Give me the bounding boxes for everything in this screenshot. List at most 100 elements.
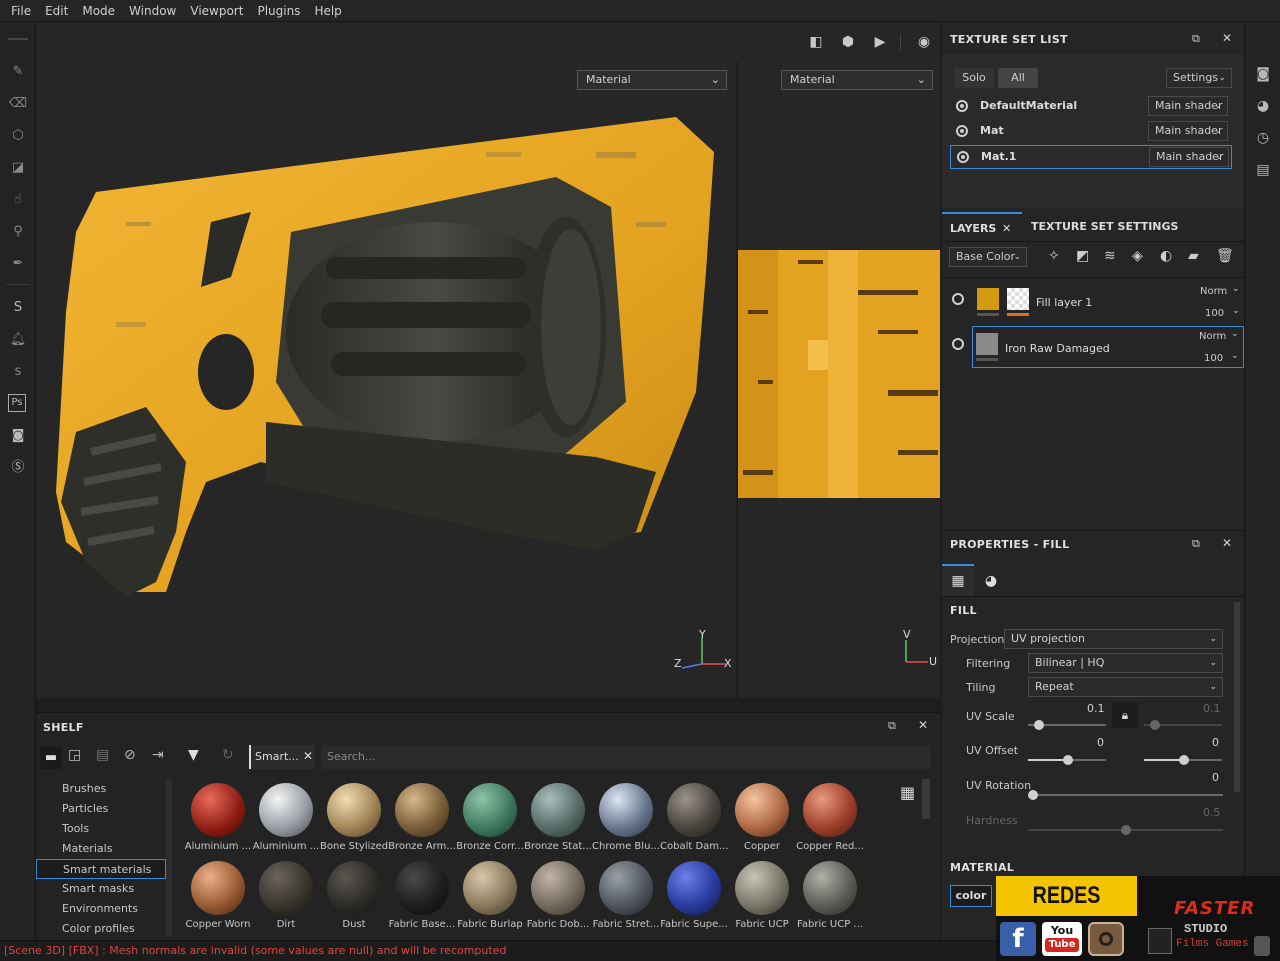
delete-layer-icon[interactable]: 🗑︎ [1216,248,1234,264]
add-generator-icon[interactable]: ◐ [1160,248,1172,264]
bake-icon[interactable]: ◙ [8,426,28,446]
smudge-icon[interactable]: ☝ [8,190,28,210]
mask-thumbnail[interactable] [1007,288,1029,310]
layer-opacity[interactable]: 100 [1204,353,1223,364]
material-bronze-armor[interactable]: Bronze Arm... [388,783,456,852]
channel-dropdown[interactable]: Base Color ⌄ [949,247,1027,267]
material-properties-tab-icon[interactable]: ◕ [976,566,1006,596]
folder-icon[interactable]: ▬ [40,747,62,769]
layer-row-selected[interactable]: Iron Raw Damaged Norm ⌄ 100 ⌄ [972,326,1244,368]
substance-alt-icon[interactable]: s [8,362,28,382]
visibility-radio[interactable] [956,125,968,137]
filter-icon[interactable]: ▼ [188,747,199,763]
symmetry-icon[interactable]: ◧ [804,32,828,52]
filter-chip[interactable]: Smart... ✕ [249,745,315,769]
tab-layers[interactable]: LAYERS ✕ [942,212,1022,242]
properties-scrollbar[interactable] [1234,602,1240,792]
tab-texture-set-settings[interactable]: TEXTURE SET SETTINGS [1031,212,1178,242]
material-fabric-base[interactable]: Fabric Base... [388,861,456,930]
clone-stamp-icon[interactable]: ⚲ [8,222,28,242]
shelf-category-color-profiles[interactable]: Color profiles [36,919,166,939]
color-channel-button[interactable]: color [950,885,992,907]
menu-help[interactable]: Help [307,0,348,22]
uv-offset-u-value[interactable]: 0 [1097,736,1104,749]
material-dirt[interactable]: Dirt [252,861,320,930]
lock-icon[interactable]: 🔒︎ [1112,702,1138,728]
categories-scrollbar[interactable] [166,779,172,937]
add-layer-icon[interactable]: ≋ [1104,248,1116,264]
shelf-category-environments[interactable]: Environments [36,899,166,919]
add-fill-layer-icon[interactable]: ◈ [1132,248,1143,264]
material-copper[interactable]: Copper [728,783,796,852]
close-properties-icon[interactable]: ✕ [1222,536,1232,550]
material-dust[interactable]: Dust [320,861,388,930]
viewport-3d-mode-select[interactable]: Material ⌄ [577,70,727,90]
add-folder-icon[interactable]: ▰ [1188,248,1199,264]
uv-rotation-knob[interactable] [1028,790,1038,800]
material-bronze-statue[interactable]: Bronze Stat... [524,783,592,852]
shader-dropdown[interactable]: Main shader ⌄ [1148,121,1228,141]
uv-offset-v-value[interactable]: 0 [1212,736,1219,749]
viewport-3d[interactable]: Material ⌄ Y X Z [36,62,736,698]
color-picker-icon[interactable]: ✒ [8,254,28,274]
photoshop-icon[interactable]: Ps [8,394,26,412]
shelf-category-brushes[interactable]: Brushes [36,779,166,799]
camera-icon[interactable]: ▶ [868,32,892,52]
texture-set-row-selected[interactable]: Mat.1 Main shader ⌄ [950,145,1232,169]
material-fabric-ucp[interactable]: Fabric UCP [728,861,796,930]
float-panel-icon[interactable]: ⧉ [888,719,896,733]
material-cobalt-damaged[interactable]: Cobalt Dam... [660,783,728,852]
viewport-2d-mode-select[interactable]: Material ⌄ [781,70,933,90]
shelf-search-field[interactable]: Search... [321,745,931,769]
history-icon[interactable]: ◷ [1253,128,1273,148]
material-chrome-blue[interactable]: Chrome Blu... [592,783,660,852]
uv-rotation-value[interactable]: 0 [1212,771,1219,784]
projection-icon[interactable]: ⬡ [8,126,28,146]
display-settings-icon[interactable]: ◙ [1253,64,1273,84]
fill-properties-tab-icon[interactable]: ▦ [942,564,974,596]
layer-row[interactable]: Fill layer 1 Norm ⌄ 100 ⌄ [972,280,1244,322]
log-icon[interactable]: ▤ [1253,160,1273,180]
facebook-icon[interactable]: f [1000,922,1036,956]
material-fabric-dobby[interactable]: Fabric Dob... [524,861,592,930]
material-bronze-corroded[interactable]: Bronze Corr... [456,783,524,852]
polygon-fill-icon[interactable]: ◪ [8,158,28,178]
hardness-value[interactable]: 0.5 [1203,806,1221,819]
shelf-scrollbar[interactable] [922,779,930,819]
solo-button[interactable]: Solo [954,68,994,88]
shader-dropdown[interactable]: Main shader ⌄ [1149,147,1229,167]
hide-icon[interactable]: ⊘ [124,747,136,763]
add-effect-icon[interactable]: ✧ [1048,248,1060,264]
display-mode-cube-icon[interactable]: ⬢ [836,32,860,52]
material-copper-red[interactable]: Copper Red... [796,783,864,852]
save-icon[interactable]: ▤ [96,747,109,763]
shader-dropdown[interactable]: Main shader ⌄ [1148,96,1228,116]
visibility-radio[interactable] [957,151,969,163]
bell-icon[interactable]: 🔔︎ [8,330,28,350]
uv-scale-u-knob[interactable] [1034,720,1044,730]
shelf-category-tools[interactable]: Tools [36,819,166,839]
uv-scale-v-value[interactable]: 0.1 [1203,702,1221,715]
menu-window[interactable]: Window [122,0,183,22]
menu-file[interactable]: File [4,0,38,22]
material-aluminium-1[interactable]: Aluminium ... [184,783,252,852]
uv-scale-u-value[interactable]: 0.1 [1087,702,1105,715]
substance-share-icon[interactable]: Ⓢ [8,458,28,478]
projection-dropdown[interactable]: UV projection ⌄ [1004,629,1223,649]
shelf-category-materials[interactable]: Materials [36,839,166,859]
close-tab-icon[interactable]: ✕ [1002,214,1011,244]
visibility-radio[interactable] [956,100,968,112]
shelf-category-smart-materials[interactable]: Smart materials [36,859,166,879]
menu-edit[interactable]: Edit [38,0,75,22]
eraser-icon[interactable]: ⌫ [8,94,28,114]
uv-scale-v-knob[interactable] [1150,720,1160,730]
material-fabric-suede[interactable]: Fabric Supe... [660,861,728,930]
close-texture-set-list-icon[interactable]: ✕ [1222,31,1232,45]
paint-brush-icon[interactable]: ✎ [8,62,28,82]
shelf-category-smart-masks[interactable]: Smart masks [36,879,166,899]
new-resource-icon[interactable]: ◲ [68,747,81,763]
screenshot-icon[interactable]: ◉ [912,32,936,52]
all-button[interactable]: All [998,68,1038,88]
blend-mode[interactable]: Norm [1200,286,1227,297]
texture-set-settings-dropdown[interactable]: Settings ⌄ [1166,68,1232,88]
